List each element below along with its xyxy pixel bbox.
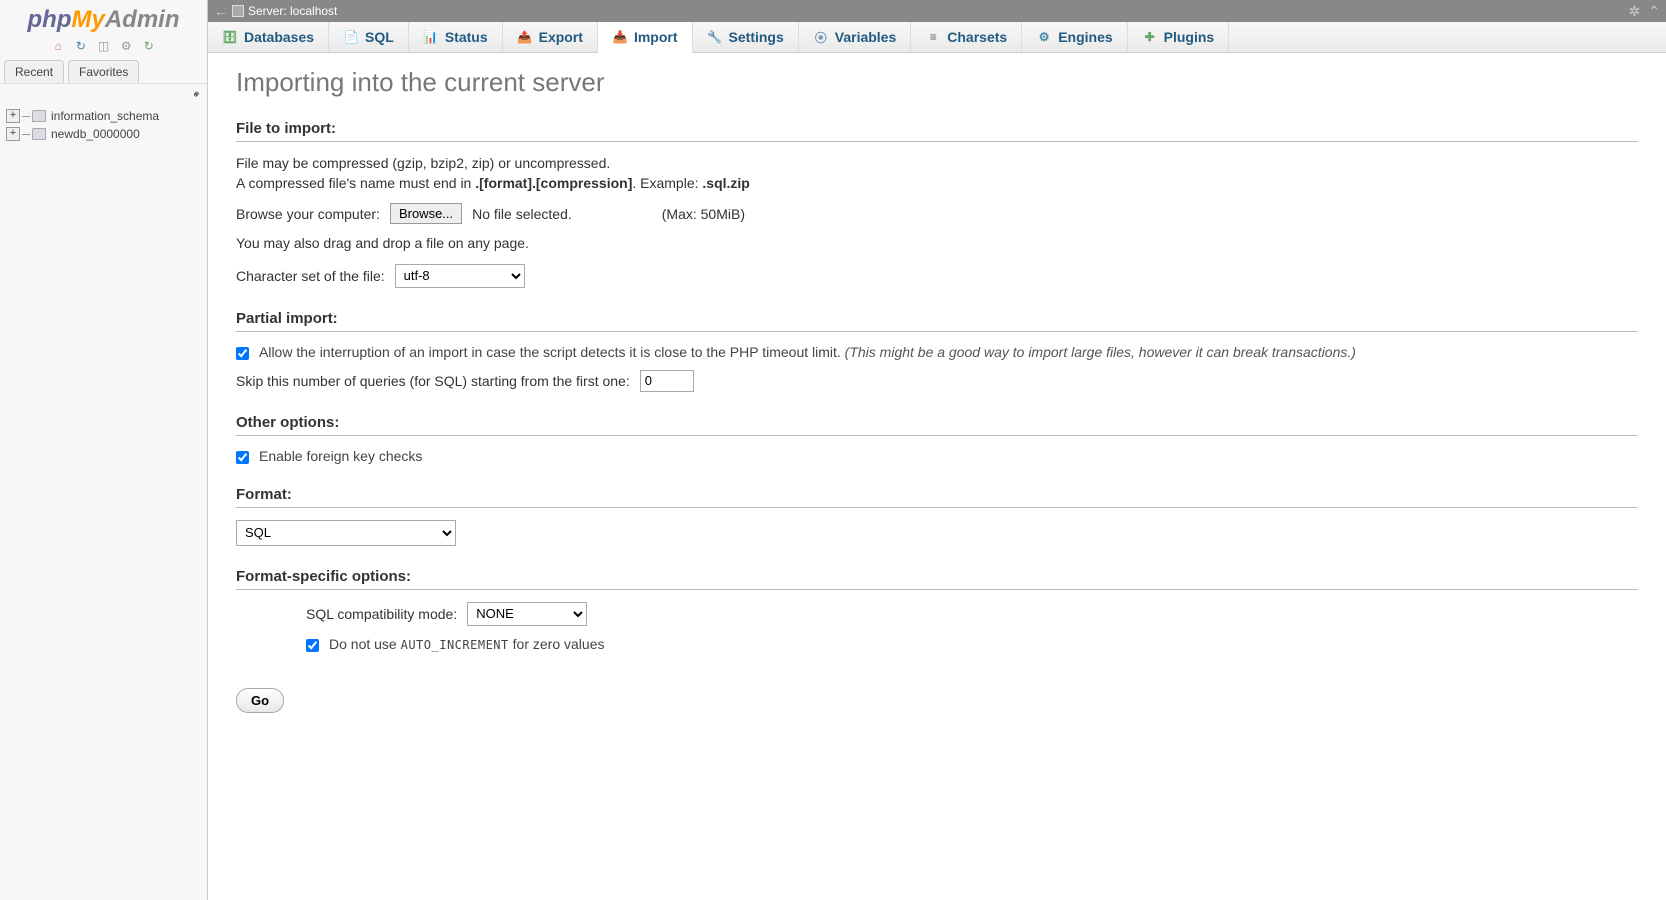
tab-label: Status xyxy=(445,29,488,45)
db-row[interactable]: + information_schema xyxy=(6,107,201,125)
section-partial-heading: Partial import: xyxy=(236,310,1638,332)
sidebar-tabs: Recent Favorites xyxy=(0,60,207,84)
tab-settings[interactable]: 🔧 Settings xyxy=(693,22,799,52)
help-name-example: .sql.zip xyxy=(702,175,749,191)
section-format-heading: Format: xyxy=(236,486,1638,508)
sidebar: phpMyAdmin ⌂ ↻ ◫ ⚙ ↻ Recent Favorites ⚭ … xyxy=(0,0,208,900)
allow-interrupt-checkbox[interactable] xyxy=(236,347,249,360)
tab-import[interactable]: 📥 Import xyxy=(598,22,693,53)
engines-icon: ⚙ xyxy=(1036,29,1052,45)
main: ← Server: localhost ✲ ⌃ 🗄 Databases 📄 SQL 📊 S… xyxy=(208,0,1666,900)
db-name: information_schema xyxy=(51,109,159,123)
nav-icons: ⌂ ↻ ◫ ⚙ ↻ xyxy=(0,36,207,60)
compat-label: SQL compatibility mode: xyxy=(306,606,457,622)
section-file-heading: File to import: xyxy=(236,120,1638,142)
database-icon xyxy=(32,128,46,140)
allow-interrupt-label: Allow the interruption of an import in c… xyxy=(259,344,1356,360)
gear-icon[interactable]: ⚙ xyxy=(119,39,134,54)
tab-engines[interactable]: ⚙ Engines xyxy=(1022,22,1127,52)
charset-select[interactable]: utf-8 xyxy=(395,264,525,288)
charset-label: Character set of the file: xyxy=(236,268,385,284)
content: Importing into the current server File t… xyxy=(208,53,1666,753)
docs-icon[interactable]: ◫ xyxy=(96,39,111,54)
variables-icon: ⦿ xyxy=(813,29,829,45)
databases-icon: 🗄 xyxy=(222,29,238,45)
noauto-post: for zero values xyxy=(509,636,605,652)
no-file-text: No file selected. xyxy=(472,206,572,222)
tab-databases[interactable]: 🗄 Databases xyxy=(208,22,329,52)
help-name-format: .[format].[compression] xyxy=(475,175,632,191)
sql-icon: 📄 xyxy=(343,29,359,45)
format-select[interactable]: SQL xyxy=(236,520,456,546)
tab-label: Export xyxy=(539,29,583,45)
go-button[interactable]: Go xyxy=(236,688,284,713)
tab-label: SQL xyxy=(365,29,394,45)
expand-icon[interactable]: + xyxy=(6,109,20,123)
reload-icon[interactable]: ↻ xyxy=(141,39,156,54)
collapse-top-icon[interactable]: ⌃ xyxy=(1648,3,1660,20)
no-autoincrement-label: Do not use AUTO_INCREMENT for zero value… xyxy=(329,636,604,652)
tab-status[interactable]: 📊 Status xyxy=(409,22,503,52)
compat-select[interactable]: NONE xyxy=(467,602,587,626)
tab-label: Engines xyxy=(1058,29,1112,45)
allow-interrupt-hint: (This might be a good way to import larg… xyxy=(845,344,1356,360)
fk-checkbox[interactable] xyxy=(236,451,249,464)
link-icon[interactable]: ⚭ xyxy=(189,87,205,103)
skip-label: Skip this number of queries (for SQL) st… xyxy=(236,373,630,389)
breadcrumb-server[interactable]: Server: localhost xyxy=(248,4,337,18)
db-row[interactable]: + newdb_0000000 xyxy=(6,125,201,143)
export-icon: 📤 xyxy=(517,29,533,45)
tab-label: Databases xyxy=(244,29,314,45)
logo-my: My xyxy=(71,6,104,33)
logo-php: php xyxy=(28,6,72,33)
collapse-sidebar-icon[interactable]: ← xyxy=(214,3,228,19)
browse-label: Browse your computer: xyxy=(236,206,380,222)
tab-label: Charsets xyxy=(947,29,1007,45)
allow-interrupt-text: Allow the interruption of an import in c… xyxy=(259,344,841,360)
server-icon xyxy=(232,5,244,17)
tab-label: Import xyxy=(634,29,678,45)
max-size: (Max: 50MiB) xyxy=(662,206,745,222)
status-icon: 📊 xyxy=(423,29,439,45)
skip-input[interactable] xyxy=(640,370,694,392)
home-icon[interactable]: ⌂ xyxy=(51,39,66,54)
plugins-icon: ✚ xyxy=(1142,29,1158,45)
topbar: ← Server: localhost ✲ ⌃ xyxy=(208,0,1666,22)
tabs: 🗄 Databases 📄 SQL 📊 Status 📤 Export 📥 Import 🔧 Sett… xyxy=(208,22,1666,53)
import-icon: 📥 xyxy=(612,29,628,45)
settings-icon: 🔧 xyxy=(707,29,723,45)
db-tree: + information_schema + newdb_0000000 xyxy=(0,103,207,147)
db-name: newdb_0000000 xyxy=(51,127,140,141)
tab-label: Settings xyxy=(729,29,784,45)
noauto-code: AUTO_INCREMENT xyxy=(401,638,509,652)
drag-hint: You may also drag and drop a file on any… xyxy=(236,234,1638,254)
help-name-mid: . Example: xyxy=(632,175,702,191)
tab-variables[interactable]: ⦿ Variables xyxy=(799,22,912,52)
logout-icon[interactable]: ↻ xyxy=(73,39,88,54)
tab-label: Plugins xyxy=(1164,29,1215,45)
section-fso-heading: Format-specific options: xyxy=(236,568,1638,590)
tab-export[interactable]: 📤 Export xyxy=(503,22,598,52)
settings-gear-icon[interactable]: ✲ xyxy=(1629,3,1641,20)
tab-label: Variables xyxy=(835,29,897,45)
expand-icon[interactable]: + xyxy=(6,127,20,141)
no-autoincrement-checkbox[interactable] xyxy=(306,639,319,652)
sidebar-tab-recent[interactable]: Recent xyxy=(4,60,64,83)
charsets-icon: ≡ xyxy=(925,29,941,45)
fk-label: Enable foreign key checks xyxy=(259,448,422,464)
database-icon xyxy=(32,110,46,122)
noauto-pre: Do not use xyxy=(329,636,401,652)
tab-sql[interactable]: 📄 SQL xyxy=(329,22,409,52)
logo-admin: Admin xyxy=(105,6,180,33)
section-other-heading: Other options: xyxy=(236,414,1638,436)
help-compressed: File may be compressed (gzip, bzip2, zip… xyxy=(236,155,610,171)
logo[interactable]: phpMyAdmin xyxy=(0,0,207,36)
browse-button[interactable]: Browse... xyxy=(390,203,462,224)
page-title: Importing into the current server xyxy=(236,67,1638,98)
tab-charsets[interactable]: ≡ Charsets xyxy=(911,22,1022,52)
tab-plugins[interactable]: ✚ Plugins xyxy=(1128,22,1230,52)
file-help: File may be compressed (gzip, bzip2, zip… xyxy=(236,154,1638,193)
sidebar-tab-favorites[interactable]: Favorites xyxy=(68,60,139,83)
help-name-pre: A compressed file's name must end in xyxy=(236,175,475,191)
